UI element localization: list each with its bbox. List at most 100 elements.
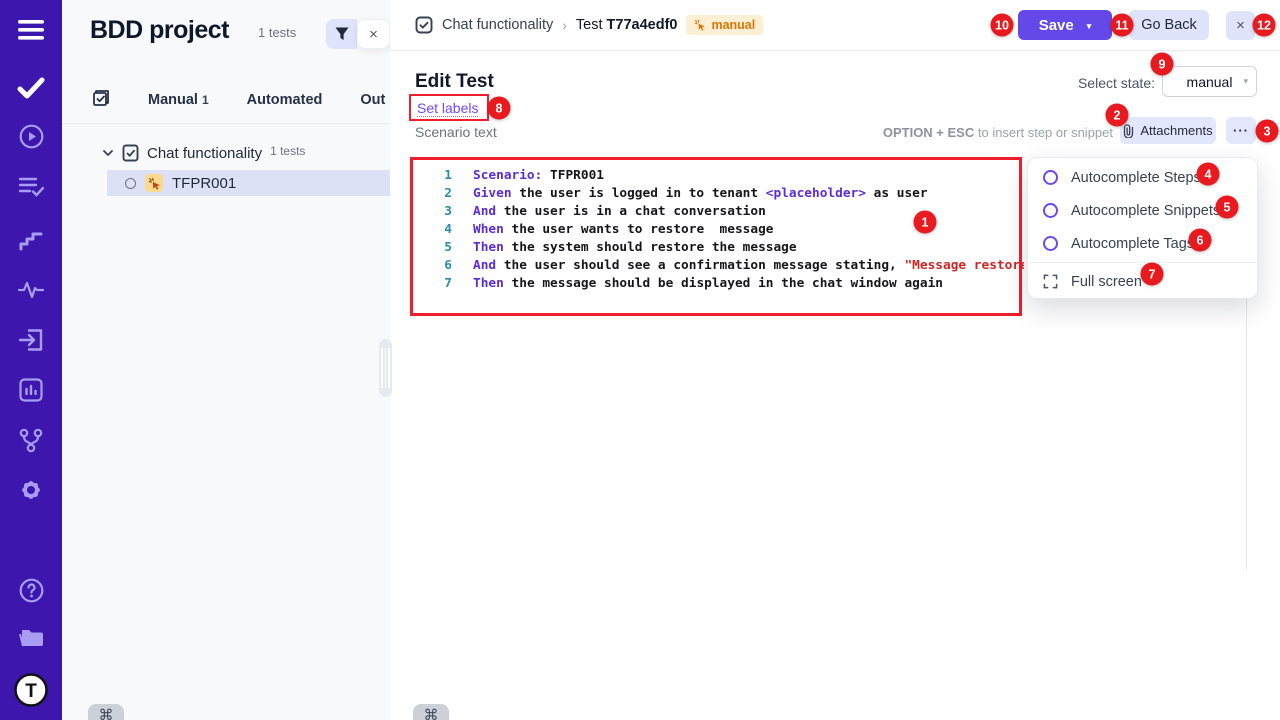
editor-line[interactable]: 7 Then the message should be displayed in… [390, 275, 1024, 293]
menu-divider [1028, 262, 1257, 263]
line-code: Then the message should be displayed in … [473, 275, 943, 293]
line-number: 3 [430, 203, 452, 221]
import-icon[interactable] [0, 322, 62, 358]
tab-automated[interactable]: Automated [247, 92, 323, 108]
editor-line[interactable]: 5 Then the system should restore the mess… [390, 239, 1024, 257]
annotation-badge-2: 2 [1106, 104, 1129, 127]
go-back-button[interactable]: Go Back [1129, 10, 1209, 40]
breadcrumb-test-icon [415, 16, 433, 34]
panel-resize-grip[interactable] [379, 339, 392, 397]
tab-label: Automated [247, 92, 323, 108]
line-code: Then the system should restore the messa… [473, 239, 797, 257]
branch-icon[interactable] [0, 422, 62, 458]
bulk-select-icon[interactable] [92, 89, 110, 112]
test-status-circle-icon [125, 178, 136, 189]
menu-item-autocomplete-steps[interactable]: Autocomplete Steps [1028, 161, 1257, 194]
tab-manual[interactable]: Manual 1 [148, 92, 209, 108]
breadcrumb: Chat functionality › Test T77a4edf0 manu… [415, 0, 763, 50]
panel-close-button[interactable]: × [357, 19, 390, 49]
radio-icon[interactable] [1043, 170, 1058, 185]
hotkey-hint-pill: ⌘ [88, 704, 124, 720]
tab-label: Out of sy [360, 92, 390, 108]
state-select-value: manual [1187, 74, 1233, 90]
project-tests-count: 1 tests [258, 25, 296, 40]
close-editor-button[interactable]: × [1226, 11, 1255, 40]
breadcrumb-test-id: Test T77a4edf0 [576, 17, 678, 33]
attachments-button[interactable]: Attachments [1120, 117, 1216, 144]
line-code: Scenario: TFPR001 [473, 167, 604, 185]
line-code: When the user wants to restore message [473, 221, 773, 239]
runs-icon[interactable] [0, 118, 62, 154]
settings-gear-icon[interactable] [0, 472, 62, 508]
radio-icon[interactable] [1043, 203, 1058, 218]
suite-label: Chat functionality [147, 145, 262, 162]
annotation-badge-8: 8 [488, 97, 511, 120]
funnel-icon [335, 27, 349, 41]
set-labels-link[interactable]: Set labels [417, 100, 478, 117]
tab-count: 1 [202, 93, 209, 107]
shortcut-hint: OPTION + ESC to insert step or snippet [855, 125, 1113, 140]
annotation-badge-12: 12 [1253, 14, 1276, 37]
svg-text:T: T [25, 681, 37, 702]
page-title: Edit Test [415, 71, 494, 93]
tab-label: Manual [148, 92, 198, 108]
editor-line[interactable]: 2Given the user is logged in to tenant <… [390, 185, 1024, 203]
help-icon[interactable] [0, 572, 62, 608]
tab-out-of-sy[interactable]: Out of sy [360, 92, 390, 108]
menu-item-label: Full screen [1071, 274, 1142, 290]
line-number: 5 [430, 239, 452, 257]
tests-icon[interactable] [0, 70, 62, 106]
editor-line[interactable]: 6 And the user should see a confirmation … [390, 257, 1024, 275]
line-number: 1 [430, 167, 452, 185]
plans-icon[interactable] [0, 168, 62, 204]
editor-line[interactable]: 1 Scenario: TFPR001 [390, 167, 1024, 185]
suite-count: 1 tests [270, 144, 305, 158]
sidebar: T [0, 0, 62, 720]
save-dropdown-caret-icon[interactable]: ▾ [1087, 21, 1092, 32]
radio-icon[interactable] [1043, 236, 1058, 251]
avatar[interactable]: T [0, 672, 62, 708]
menu-item-label: Autocomplete Steps [1071, 170, 1201, 186]
scenario-text-label: Scenario text [415, 124, 497, 140]
menu-item-label: Autocomplete Snippets [1071, 203, 1220, 219]
more-options-button[interactable]: ··· [1226, 117, 1256, 144]
manual-cursor-icon [694, 19, 706, 31]
steps-icon[interactable] [0, 222, 62, 258]
chevron-down-icon [102, 147, 114, 159]
reports-icon[interactable] [0, 372, 62, 408]
breadcrumb-suite-link[interactable]: Chat functionality [442, 17, 553, 33]
line-code: Given the user is logged in to tenant <p… [473, 185, 928, 203]
project-panel: BDD project 1 tests × Manual 1 Automated Ou… [62, 0, 390, 720]
full-screen-icon [1043, 274, 1058, 289]
menu-item-label: Autocomplete Tags [1071, 236, 1194, 252]
select-state-label: Select state: [1040, 75, 1155, 91]
menu-item-autocomplete-tags[interactable]: Autocomplete Tags [1028, 227, 1257, 260]
test-label: TFPR001 [172, 175, 236, 192]
main-topbar: Chat functionality › Test T77a4edf0 manu… [390, 0, 1280, 51]
line-number: 6 [430, 257, 452, 275]
manual-cursor-icon [145, 174, 163, 192]
paperclip-icon [1123, 124, 1134, 138]
activity-icon[interactable] [0, 272, 62, 308]
tree-test-row[interactable]: TFPR001 [107, 170, 390, 196]
tabs: Manual 1 Automated Out of sy [92, 85, 390, 115]
hotkey-hint-pill: ⌘ [413, 704, 449, 720]
app-root: T BDD project 1 tests × Manual 1 Automated… [0, 0, 1280, 720]
project-title: BDD project [90, 16, 229, 45]
line-number: 7 [430, 275, 452, 293]
manual-state-badge: manual [686, 15, 763, 35]
suite-doc-icon [122, 144, 139, 162]
projects-folder-icon[interactable] [0, 620, 62, 656]
line-code: And the user should see a confirmation m… [473, 257, 1024, 275]
annotation-badge-10: 10 [991, 14, 1014, 37]
state-select[interactable]: manual ▾ [1162, 66, 1257, 97]
filter-button[interactable] [326, 19, 357, 49]
tree-suite-row[interactable]: Chat functionality 1 tests [102, 140, 305, 166]
annotation-badge-1: 1 [914, 211, 937, 234]
annotation-badge-5: 5 [1216, 196, 1239, 219]
save-button[interactable]: Save▾ [1018, 10, 1112, 40]
line-code: And the user is in a chat conversation [473, 203, 766, 221]
menu-icon[interactable] [0, 12, 62, 48]
line-number: 4 [430, 221, 452, 239]
annotation-badge-4: 4 [1197, 163, 1220, 186]
